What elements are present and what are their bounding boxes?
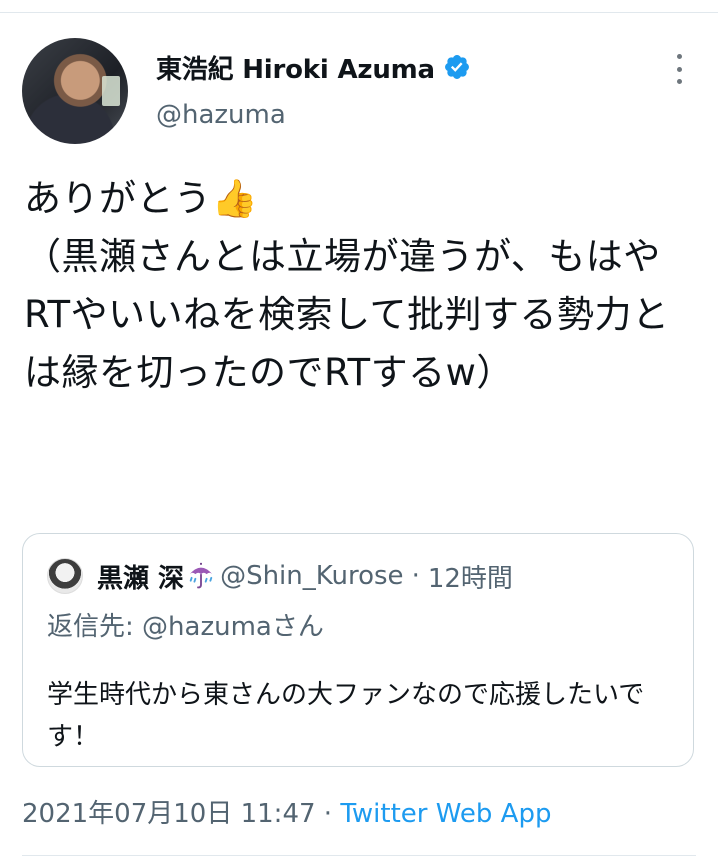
meta-separator: · bbox=[315, 799, 341, 829]
reply-mention: @hazumaさん bbox=[142, 612, 324, 642]
author-avatar[interactable] bbox=[22, 38, 128, 144]
reply-prefix: 返信先: bbox=[47, 612, 143, 642]
quoted-reply-context: 返信先: @hazumaさん bbox=[47, 606, 324, 643]
more-options-icon[interactable] bbox=[664, 52, 694, 86]
tweet-metadata: 2021年07月10日 11:47 · Twitter Web App bbox=[22, 793, 551, 830]
verified-badge-icon bbox=[444, 55, 469, 79]
quoted-author-name: 黒瀬 深 bbox=[97, 563, 185, 594]
top-divider bbox=[0, 12, 718, 13]
dot bbox=[676, 66, 682, 72]
author-handle[interactable]: @hazuma bbox=[156, 100, 286, 130]
avatar-background-poster bbox=[102, 76, 120, 106]
umbrella-rain-icon bbox=[189, 562, 213, 589]
quoted-author-avatar bbox=[47, 558, 83, 594]
author-name-row[interactable]: 東浩紀 Hiroki Azuma bbox=[156, 47, 471, 87]
dot bbox=[676, 54, 682, 59]
quoted-separator: · bbox=[411, 561, 420, 591]
tweet-timestamp[interactable]: 2021年07月10日 11:47 bbox=[22, 799, 316, 829]
quoted-tweet-text: 学生時代から東さんの大ファンなので応援したいです！ bbox=[47, 680, 645, 752]
quoted-time: 12時間 bbox=[427, 563, 513, 594]
quoted-tweet-header: 黒瀬 深 @Shin_Kurose · 12時間 bbox=[97, 556, 513, 596]
quoted-author-handle: @Shin_Kurose bbox=[220, 561, 404, 591]
dot bbox=[676, 79, 682, 84]
tweet-text: ありがとう👍 （黒瀬さんとは立場が違うが、もはやRTやいいねを検索して批判する勢… bbox=[24, 177, 670, 394]
author-display-name[interactable]: 東浩紀 Hiroki Azuma bbox=[156, 49, 435, 86]
source-app-link[interactable]: Twitter Web App bbox=[340, 799, 551, 829]
bottom-divider bbox=[22, 855, 696, 856]
quoted-tweet-card[interactable]: 黒瀬 深 @Shin_Kurose · 12時間 返信先: @hazumaさん … bbox=[22, 533, 694, 767]
